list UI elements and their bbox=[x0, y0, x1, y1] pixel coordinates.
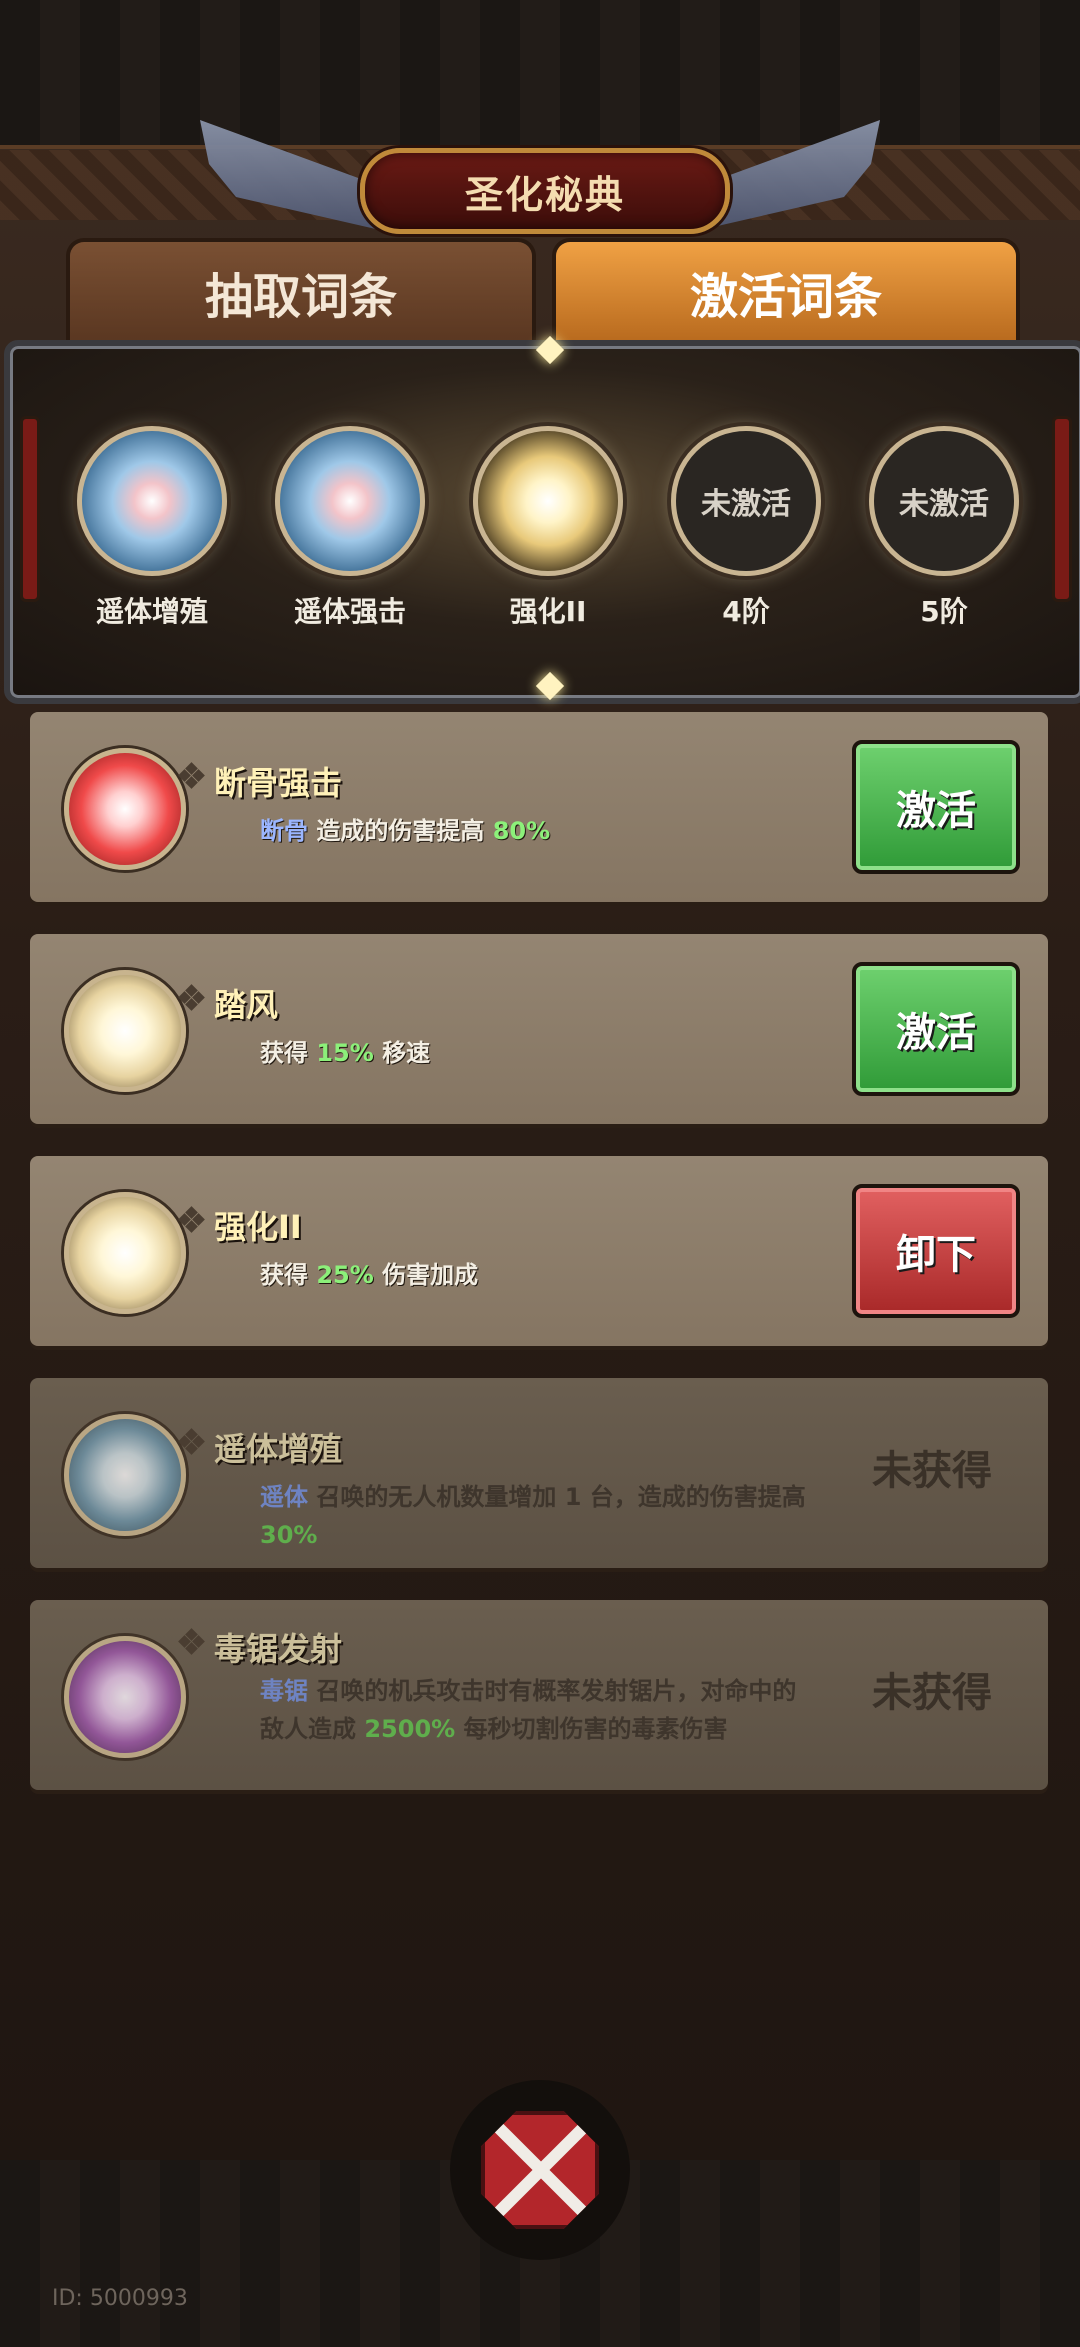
diamond-bullet-icon bbox=[178, 1628, 205, 1655]
desc-text: 每秒切割伤害的毒素伤害 bbox=[455, 1715, 728, 1743]
desc-text: 移速 bbox=[373, 1039, 431, 1067]
bottom-diamond-ornament bbox=[535, 671, 565, 701]
tab-label: 激活词条 bbox=[689, 269, 882, 325]
orb-icon bbox=[275, 426, 425, 576]
value-number: 25% bbox=[316, 1261, 374, 1289]
desc-text: 造成的伤害提高 bbox=[308, 817, 493, 845]
empty-orb: 未激活 bbox=[869, 426, 1019, 576]
keyword: 遥体 bbox=[260, 1483, 308, 1511]
slot-label: 强化II bbox=[509, 595, 587, 628]
strip-right-bar bbox=[1052, 416, 1072, 602]
affix-name: 断骨强击 bbox=[214, 764, 343, 802]
affix-name: 踏风 bbox=[214, 986, 279, 1024]
slot-4[interactable]: 未激活 4阶 bbox=[666, 426, 826, 630]
orb-icon bbox=[77, 426, 227, 576]
not-obtained-status: 未获得 bbox=[872, 1670, 992, 1716]
diamond-bullet-icon bbox=[178, 1428, 205, 1455]
affix-description: 获得 25% 伤害加成 bbox=[260, 1256, 820, 1294]
affix-card-2: 踏风 获得 15% 移速 激活 bbox=[30, 934, 1048, 1124]
slot-3[interactable]: 强化II bbox=[468, 426, 628, 630]
affix-description: 断骨 造成的伤害提高 80% bbox=[260, 812, 820, 850]
affix-card-5: 毒锯发射 毒锯 召唤的机兵攻击时有概率发射锯片，对命中的敌人造成 2500% 每… bbox=[30, 1600, 1048, 1790]
affix-name: 强化II bbox=[214, 1208, 302, 1246]
title-banner: 圣化秘典 bbox=[200, 120, 880, 240]
top-diamond-ornament bbox=[535, 335, 565, 365]
affix-description: 获得 15% 移速 bbox=[260, 1034, 820, 1072]
keyword: 毒锯 bbox=[260, 1677, 308, 1705]
slot-label: 遥体强击 bbox=[293, 595, 406, 628]
strip-left-bar bbox=[20, 416, 40, 602]
close-button-frame bbox=[450, 2080, 630, 2260]
slot-5[interactable]: 未激活 5阶 bbox=[864, 426, 1024, 630]
diamond-bullet-icon bbox=[178, 984, 205, 1011]
affix-card-4: 遥体增殖 遥体 召唤的无人机数量增加 1 台，造成的伤害提高 30% 未获得 bbox=[30, 1378, 1048, 1568]
affix-orb-icon bbox=[64, 1192, 186, 1314]
slot-label: 4阶 bbox=[722, 595, 770, 628]
equipped-slots-strip: 遥体增殖 遥体强击 强化II 未激活 4阶 未激活 5阶 bbox=[4, 335, 1080, 704]
value-number: 15% bbox=[316, 1039, 374, 1067]
desc-text: 获得 bbox=[260, 1039, 317, 1067]
slot-label: 遥体增殖 bbox=[95, 595, 208, 628]
unequip-button[interactable]: 卸下 bbox=[852, 1184, 1020, 1318]
affix-description: 遥体 召唤的无人机数量增加 1 台，造成的伤害提高 30% bbox=[260, 1478, 820, 1554]
affix-orb-icon bbox=[64, 1414, 186, 1536]
affix-orb-icon bbox=[64, 748, 186, 870]
affix-orb-icon bbox=[64, 1636, 186, 1758]
affix-orb-icon bbox=[64, 970, 186, 1092]
crossed-swords-close-icon[interactable] bbox=[481, 2111, 599, 2229]
diamond-bullet-icon bbox=[178, 1206, 205, 1233]
user-id: ID: 5000993 bbox=[52, 2286, 188, 2311]
keyword: 断骨 bbox=[260, 817, 308, 845]
orb-icon bbox=[473, 426, 623, 576]
affix-description: 毒锯 召唤的机兵攻击时有概率发射锯片，对命中的敌人造成 2500% 每秒切割伤害… bbox=[260, 1672, 820, 1748]
page-title: 圣化秘典 bbox=[464, 172, 625, 217]
diamond-bullet-icon bbox=[178, 762, 205, 789]
title-plate: 圣化秘典 bbox=[360, 148, 730, 234]
affix-card-1: 断骨强击 断骨 造成的伤害提高 80% 激活 bbox=[30, 712, 1048, 902]
desc-text: 获得 bbox=[260, 1261, 317, 1289]
left-wing-ornament bbox=[200, 120, 380, 230]
tab-draw-affix[interactable]: 抽取词条 bbox=[66, 238, 536, 342]
desc-text: 伤害加成 bbox=[373, 1261, 479, 1289]
value-number: 2500% bbox=[364, 1715, 456, 1743]
value-number: 80% bbox=[492, 817, 551, 845]
empty-slot-text: 未激活 bbox=[701, 487, 791, 522]
slot-label: 5阶 bbox=[920, 595, 968, 628]
activate-button[interactable]: 激活 bbox=[852, 740, 1020, 874]
slot-1[interactable]: 遥体增殖 bbox=[72, 426, 232, 630]
affix-name: 毒锯发射 bbox=[214, 1630, 343, 1668]
desc-text: 召唤的无人机数量增加 1 台，造成的伤害提高 bbox=[308, 1483, 806, 1511]
affix-card-3: 强化II 获得 25% 伤害加成 卸下 bbox=[30, 1156, 1048, 1346]
value-number: 30% bbox=[260, 1521, 318, 1549]
not-obtained-status: 未获得 bbox=[872, 1448, 992, 1494]
tab-activate-affix[interactable]: 激活词条 bbox=[552, 238, 1020, 342]
activate-button[interactable]: 激活 bbox=[852, 962, 1020, 1096]
slot-2[interactable]: 遥体强击 bbox=[270, 426, 430, 630]
empty-slot-text: 未激活 bbox=[899, 487, 989, 522]
empty-orb: 未激活 bbox=[671, 426, 821, 576]
tab-label: 抽取词条 bbox=[204, 269, 397, 325]
affix-name: 遥体增殖 bbox=[214, 1430, 343, 1468]
